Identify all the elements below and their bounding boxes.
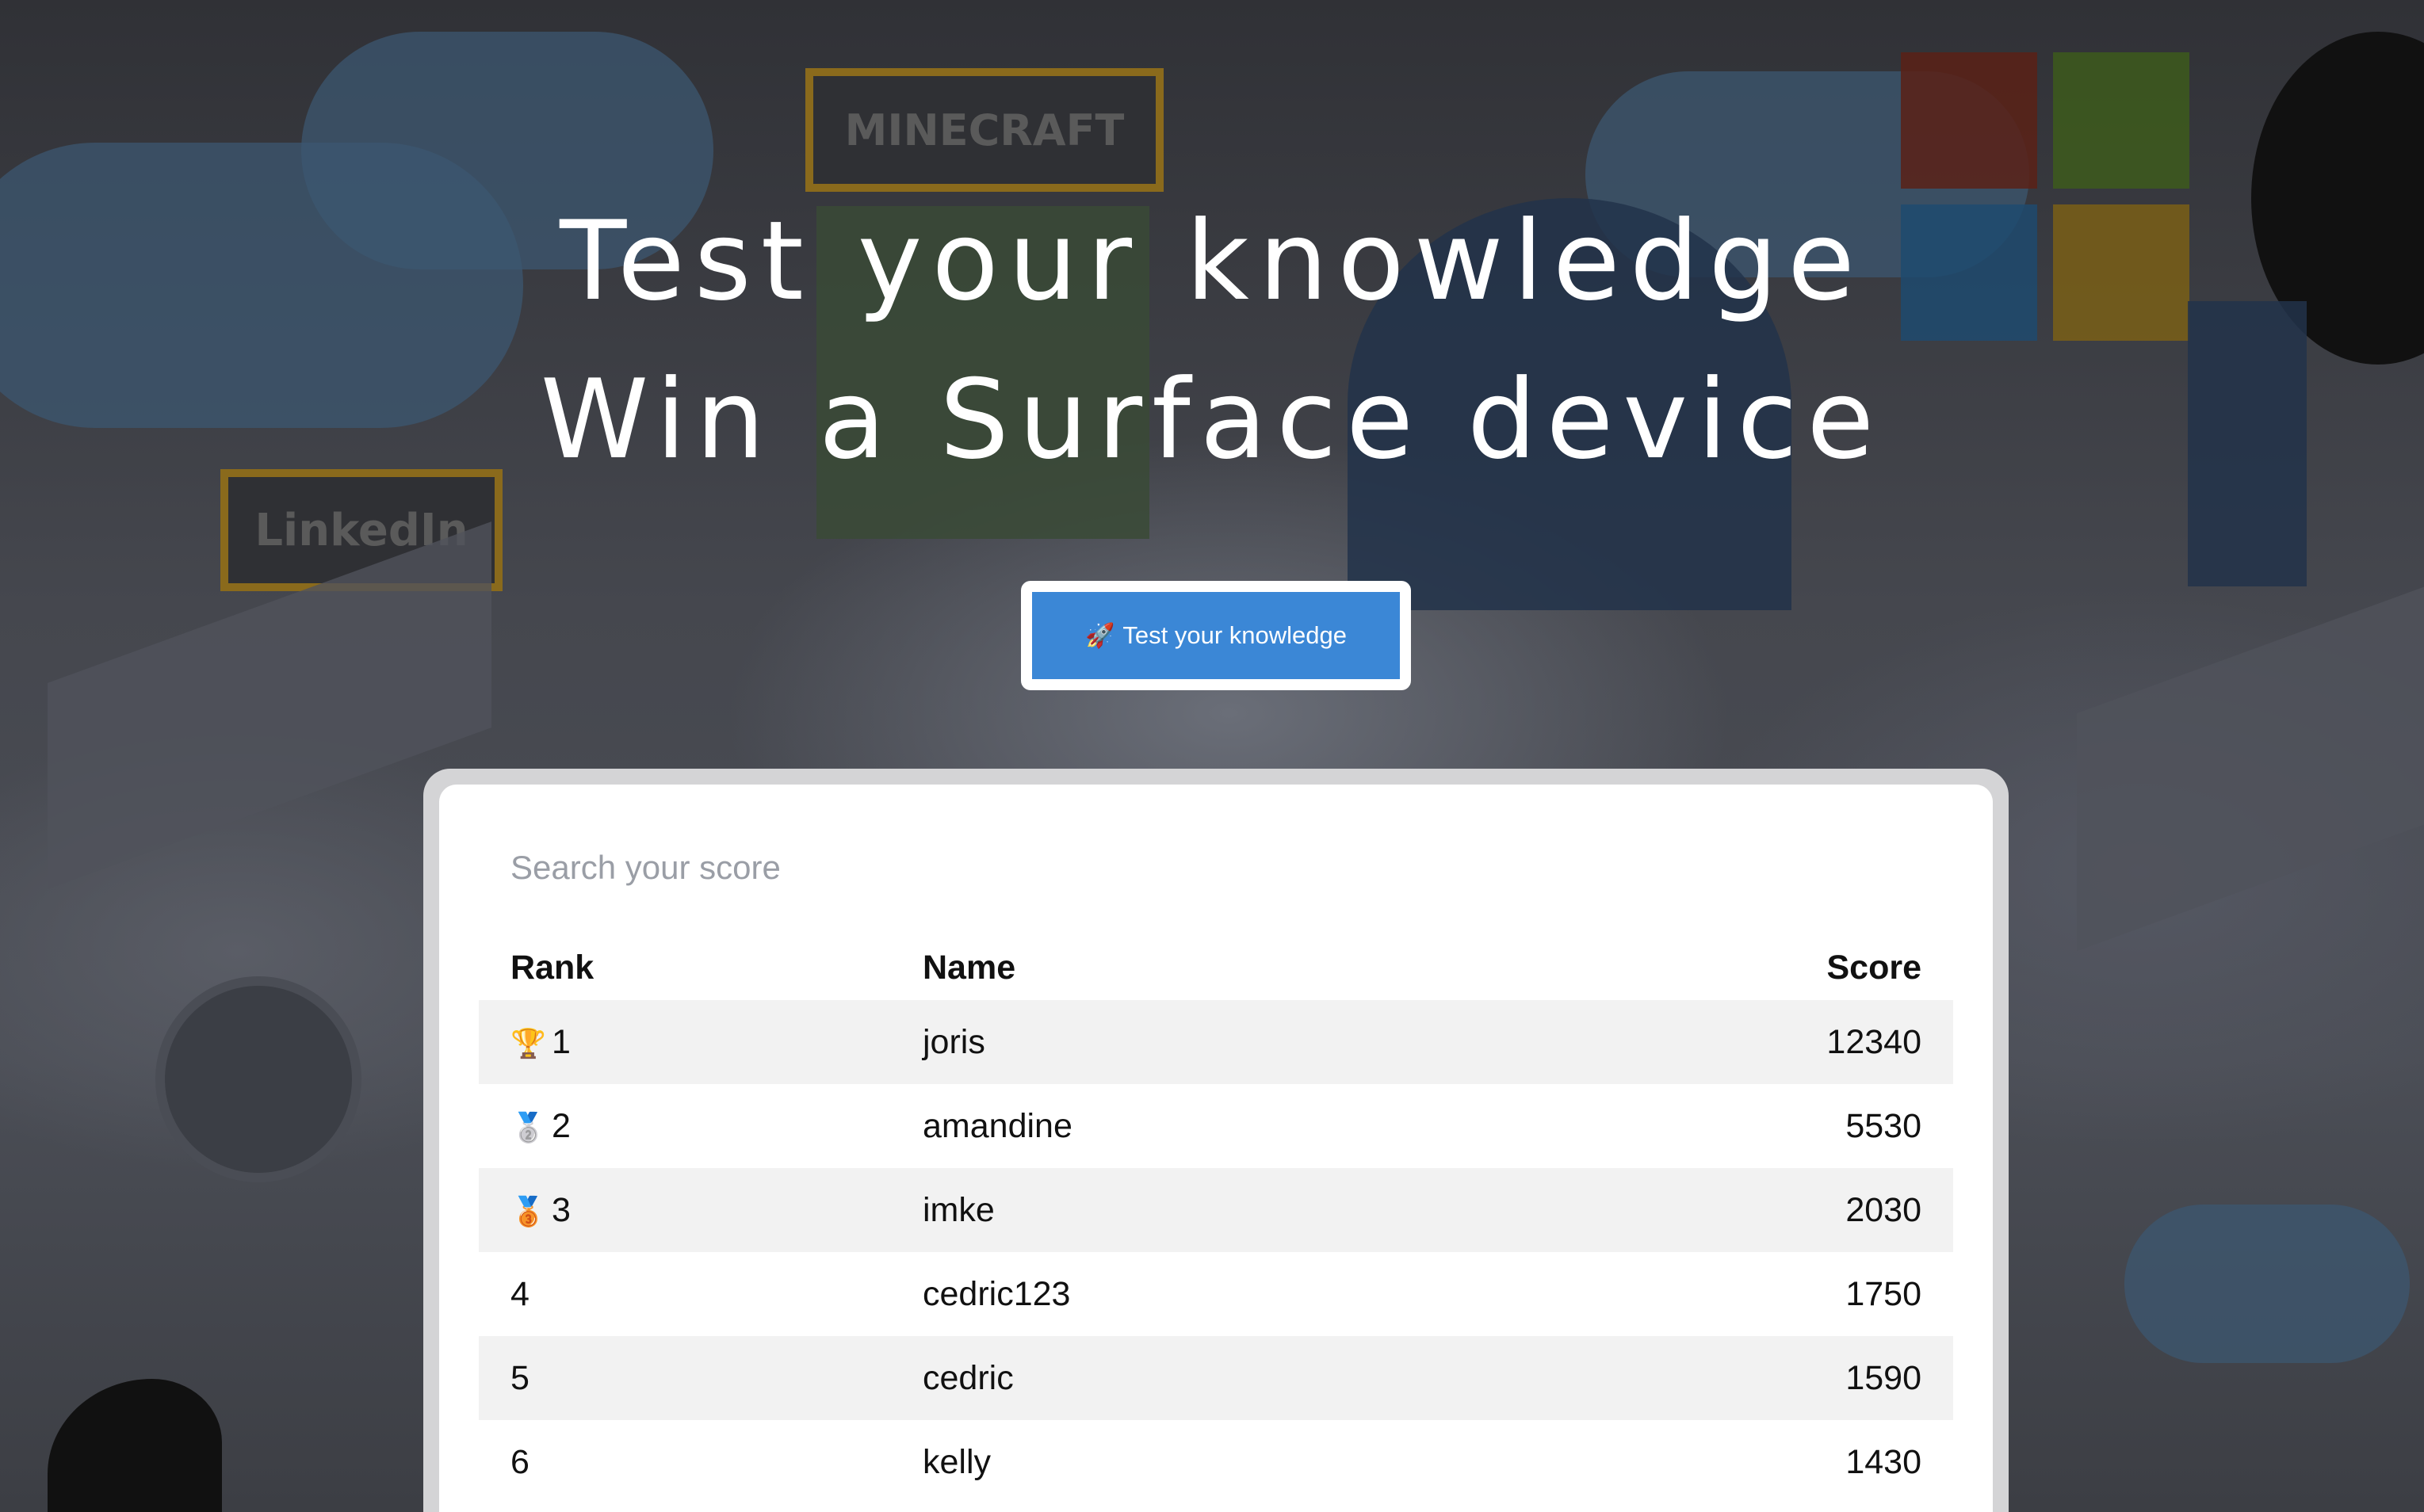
name-cell: cedric (891, 1336, 1573, 1420)
orca-decoration (48, 1379, 222, 1512)
table-row: 🥈 2 amandine 5530 (479, 1084, 1953, 1168)
column-header-name[interactable]: Name (891, 935, 1573, 1000)
column-header-rank[interactable]: Rank (479, 935, 891, 1000)
cta-label: Test your knowledge (1122, 621, 1347, 649)
score-cell: 1430 (1845, 1442, 1921, 1481)
table-row: 6 kelly 1430 (479, 1420, 1953, 1504)
table-row: 🏆 1 joris 12340 (479, 1000, 1953, 1084)
score-cell: 1750 (1845, 1274, 1921, 1313)
score-cell: 1590 (1573, 1336, 1953, 1420)
name-cell: imke (891, 1168, 1573, 1252)
name-cell: amandine (923, 1106, 1072, 1145)
microsoft-logo-green (2053, 52, 2189, 189)
score-cell: 5530 (1845, 1106, 1921, 1145)
rank-value: 2 (552, 1106, 571, 1145)
cta-button-frame: 🚀 Test your knowledge (1021, 581, 1411, 690)
score-cell: 2030 (1573, 1168, 1953, 1252)
rank-cell: 🥉 3 (479, 1168, 891, 1252)
table-row: 🥉 3 imke 2030 (479, 1168, 1953, 1252)
rank-cell: 6 (510, 1442, 530, 1481)
name-cell: joris (891, 1000, 1573, 1084)
table-row: 4 cedric123 1750 (479, 1252, 1953, 1336)
rank-cell: 🥈 2 (479, 1084, 891, 1168)
leaderboard-card: Rank Name Score 🏆1 joris 12340 🥈2 amandi… (423, 769, 2009, 1512)
column-header-score[interactable]: Score (1573, 935, 1953, 1000)
vscode-logo (155, 976, 361, 1182)
minecraft-logo: MINECRAFT (805, 68, 1164, 192)
bronze-medal-icon: 🥉 (510, 1195, 546, 1228)
leaderboard-table: Rank Name Score 🏆 1 joris 12340 🥈 2 amandi… (479, 935, 1953, 1504)
hero-title-line-1: Test your knowledge (560, 197, 1864, 325)
leaderboard-card-body: Rank Name Score 🏆1 joris 12340 🥈2 amandi… (439, 785, 1993, 1512)
platform-decoration (2077, 586, 2424, 952)
score-cell: 12340 (1573, 1000, 1953, 1084)
microsoft-logo-red (1901, 52, 2037, 189)
test-your-knowledge-button[interactable]: 🚀 Test your knowledge (1032, 592, 1400, 679)
rank-cell: 🏆 1 (479, 1000, 891, 1084)
rocket-icon: 🚀 (1085, 622, 1115, 649)
rank-value: 1 (552, 1022, 571, 1061)
cloud-decoration (2124, 1205, 2410, 1363)
hero-title-line-2: Win a Surface device (540, 356, 1884, 483)
name-cell: kelly (923, 1442, 992, 1481)
search-score-input[interactable] (479, 840, 1145, 895)
rank-cell: 5 (479, 1336, 891, 1420)
trophy-icon: 🏆 (510, 1027, 546, 1060)
name-cell: cedric123 (923, 1274, 1071, 1313)
rank-value: 3 (552, 1190, 571, 1229)
table-row: 5 cedric 1590 (479, 1336, 1953, 1420)
silver-medal-icon: 🥈 (510, 1111, 546, 1144)
table-header-row: Rank Name Score (479, 935, 1953, 1000)
rank-cell: 4 (510, 1274, 530, 1313)
